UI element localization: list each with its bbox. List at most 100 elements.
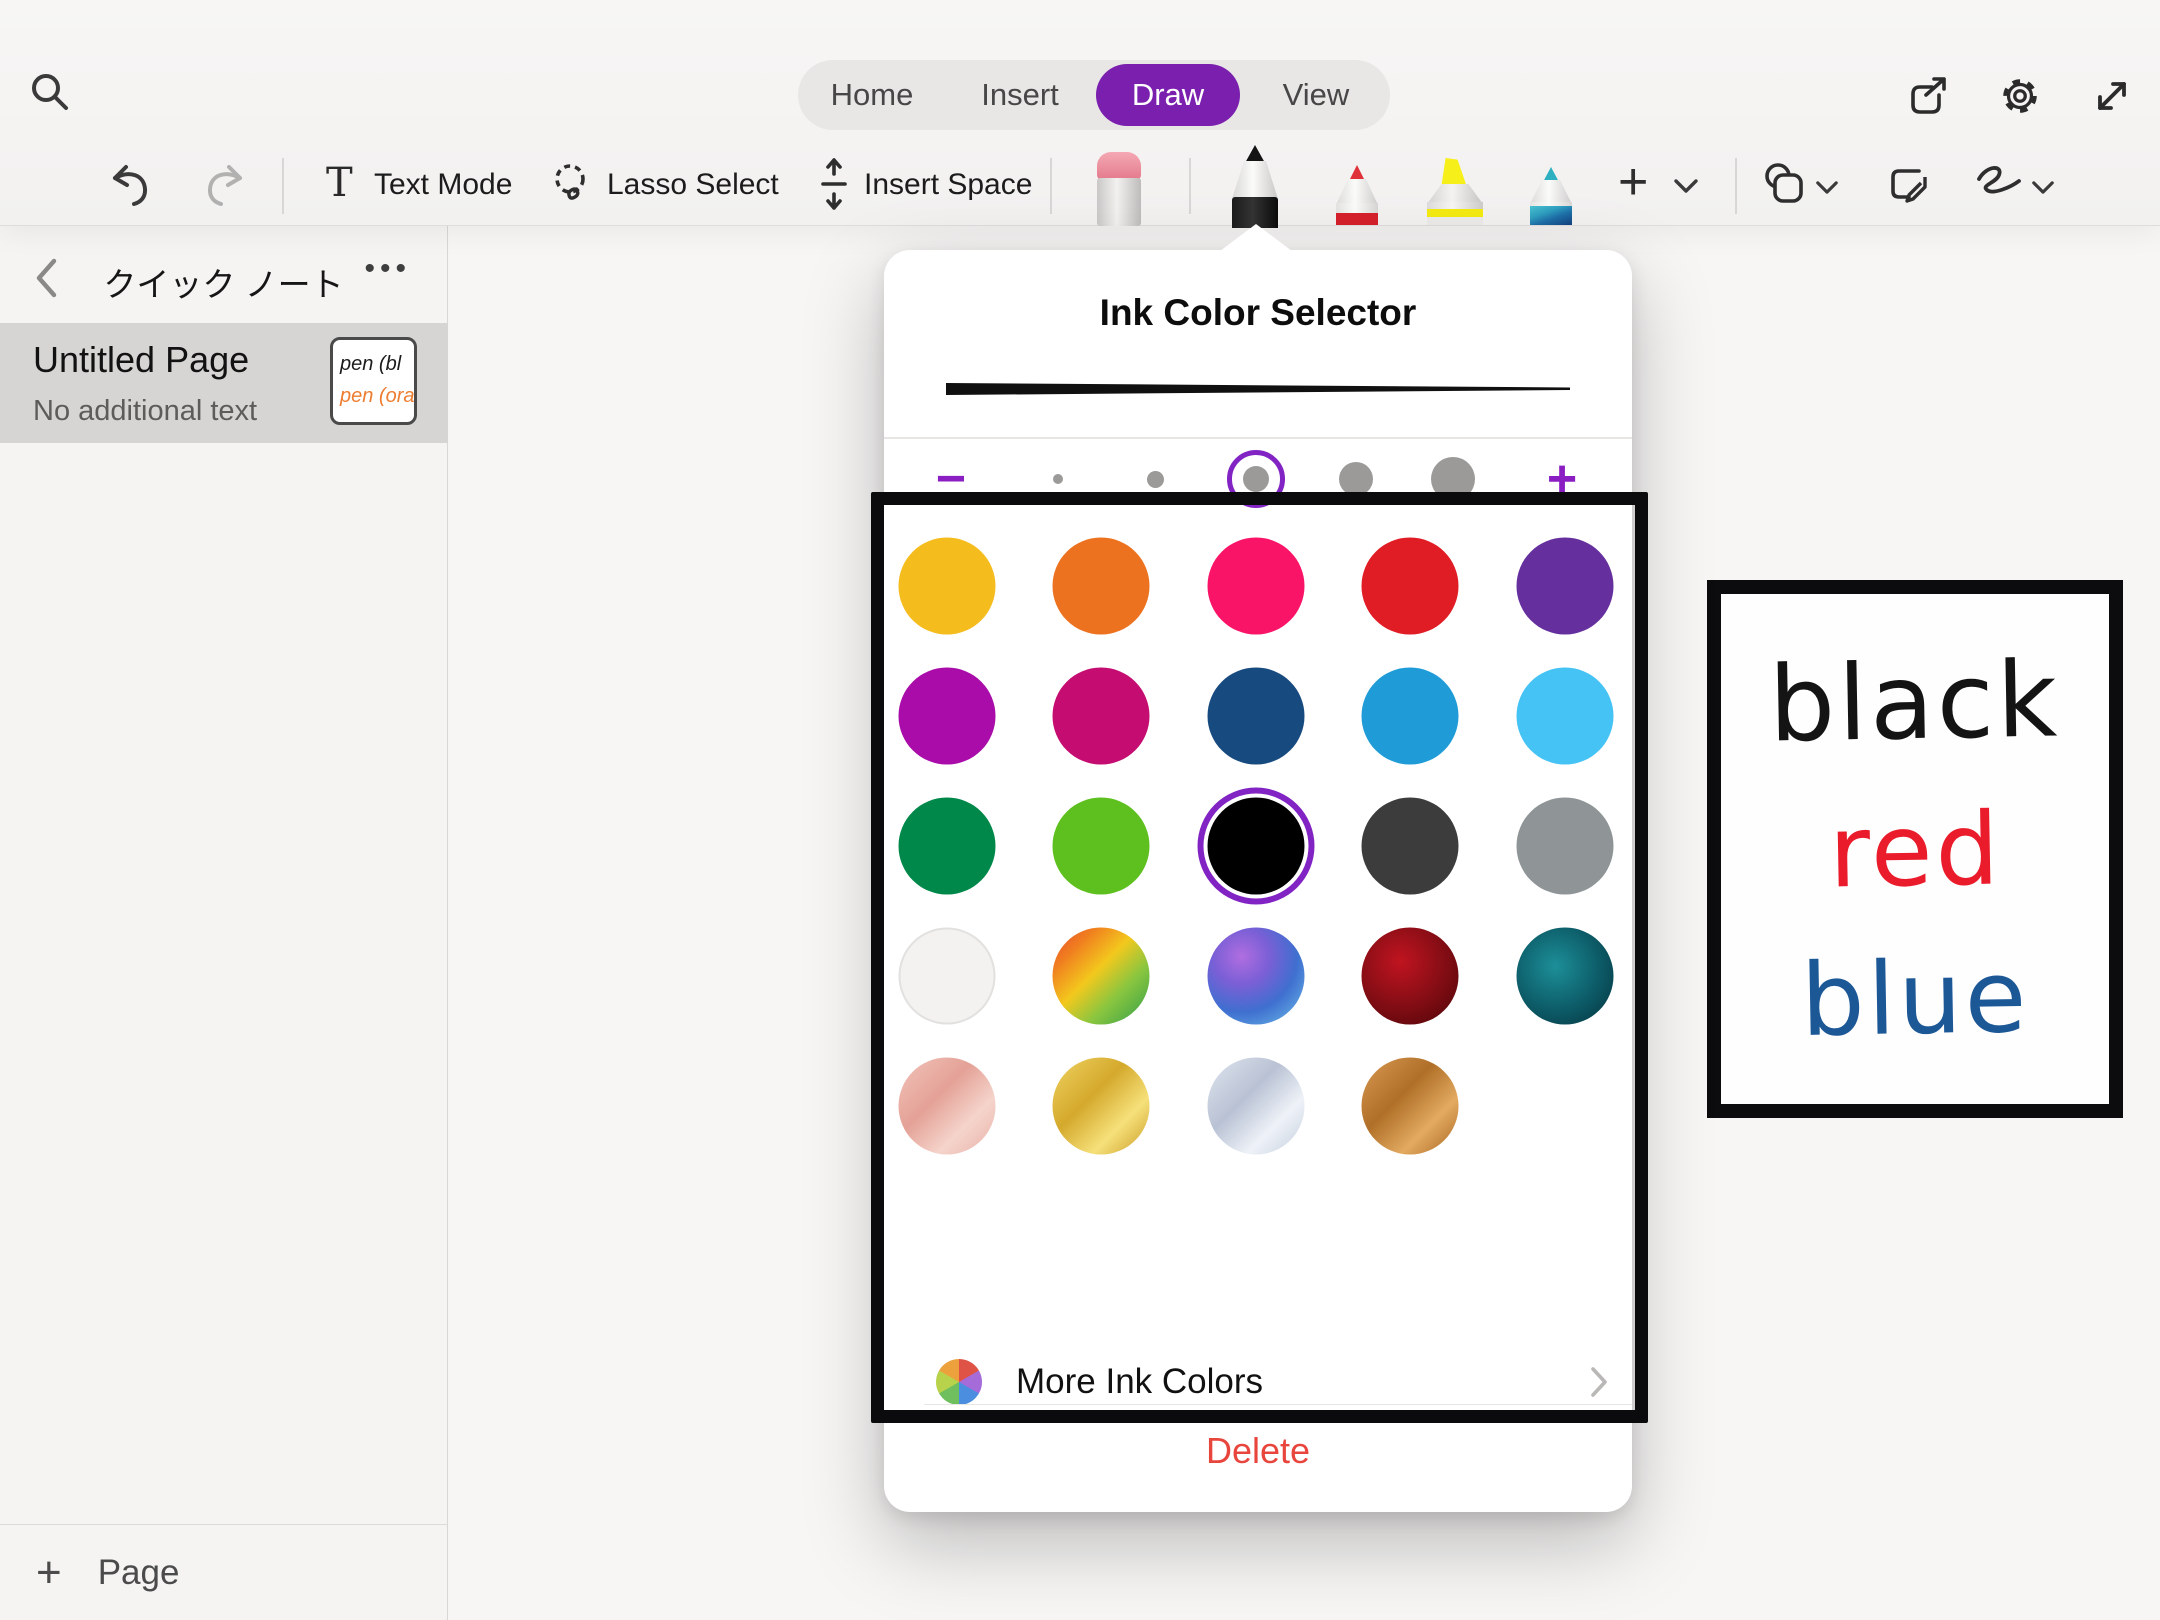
thumb-ink-line: pen (bl: [340, 348, 414, 380]
stroke-size-option-1[interactable]: [1028, 449, 1088, 509]
lasso-select-button[interactable]: [548, 160, 594, 206]
eraser-body: [1097, 178, 1141, 226]
share-button[interactable]: [1904, 72, 1952, 120]
thumb-ink-line: pen (ora: [340, 380, 414, 412]
add-pen-button[interactable]: +: [1618, 152, 1648, 212]
page-title: Untitled Page: [33, 339, 249, 381]
pen-cone: [1530, 180, 1572, 204]
fullscreen-button[interactable]: [2088, 72, 2136, 120]
ink-color-swatch-white[interactable]: [899, 928, 996, 1025]
size-dot: [1339, 462, 1373, 496]
tab-home[interactable]: Home: [800, 64, 944, 126]
page-list-item-selected[interactable]: Untitled Page No additional text pen (bl…: [0, 323, 448, 443]
ink-color-swatch-rose-gold[interactable]: [899, 1058, 996, 1155]
stroke-size-option-4[interactable]: [1326, 449, 1386, 509]
ink-color-swatch-yellow[interactable]: [899, 538, 996, 635]
ink-color-swatch-black[interactable]: [1208, 798, 1305, 895]
redo-icon: [201, 161, 249, 209]
section-more-button[interactable]: •••: [364, 252, 411, 286]
search-button[interactable]: [26, 68, 74, 116]
ink-color-swatch-gray[interactable]: [1517, 798, 1614, 895]
stroke-size-option-5[interactable]: [1423, 449, 1483, 509]
decrease-size-button[interactable]: −: [936, 453, 966, 505]
pen-black-selected[interactable]: [1232, 145, 1278, 228]
ink-color-swatch-light-green[interactable]: [1053, 798, 1150, 895]
ink-color-swatch-dark-blue[interactable]: [1208, 668, 1305, 765]
increase-size-button[interactable]: +: [1547, 453, 1577, 505]
pen-red[interactable]: [1336, 165, 1378, 225]
popup-arrow: [1220, 224, 1292, 251]
ink-color-swatch-raspberry[interactable]: [1053, 668, 1150, 765]
toolbar-divider: [1735, 158, 1737, 214]
ink-color-swatch-sky-blue[interactable]: [1517, 668, 1614, 765]
chevron-down-icon: [2031, 180, 2055, 195]
page-thumbnail: pen (bl pen (ora: [330, 337, 417, 425]
settings-button[interactable]: [1996, 72, 2044, 120]
add-pen-menu[interactable]: [1672, 176, 1700, 196]
ink-color-swatch-magenta[interactable]: [899, 668, 996, 765]
selected-size-ring: [1227, 450, 1285, 508]
eraser-cap: [1097, 152, 1141, 180]
pen-band: [1336, 213, 1378, 225]
chevron-down-icon: [1815, 180, 1839, 195]
stroke-size-row: − +: [884, 438, 1632, 520]
text-mode-button[interactable]: Text Mode: [374, 168, 512, 202]
size-dot: [1147, 471, 1164, 488]
lasso-icon: [549, 161, 593, 205]
notebook-section-title: クイック ノート: [103, 258, 343, 306]
chevron-down-icon: [1673, 178, 1699, 194]
text-mode-icon: T: [326, 160, 353, 206]
ink-color-swatch-pink[interactable]: [1208, 538, 1305, 635]
eraser-tool[interactable]: [1097, 152, 1141, 226]
shapes-button[interactable]: [1760, 160, 1808, 208]
ink-color-swatch-galaxy[interactable]: [1208, 928, 1305, 1025]
lasso-select-label: Lasso Select: [607, 168, 779, 202]
ink-color-swatch-silver[interactable]: [1208, 1058, 1305, 1155]
shapes-icon: [1761, 161, 1807, 207]
undo-button[interactable]: [105, 160, 155, 210]
handwritten-word-blue: blue: [1800, 947, 2030, 1051]
gear-icon: [1997, 73, 2043, 119]
pages-sidebar: クイック ノート ••• Untitled Page No additional…: [0, 226, 448, 1620]
back-button[interactable]: [26, 256, 66, 300]
stroke-size-option-2[interactable]: [1125, 449, 1185, 509]
add-page-label: Page: [98, 1553, 180, 1593]
tab-draw[interactable]: Draw: [1096, 64, 1240, 126]
ink-effects-button[interactable]: [1972, 162, 2026, 206]
ink-color-swatch-rainbow-glitter[interactable]: [1053, 928, 1150, 1025]
ink-color-swatch-red[interactable]: [1362, 538, 1459, 635]
ink-color-swatch-orange[interactable]: [1053, 538, 1150, 635]
more-ink-colors-row[interactable]: More Ink Colors: [884, 1346, 1632, 1418]
ink-color-swatch-dark-gray[interactable]: [1362, 798, 1459, 895]
ink-color-swatch-dark-red-marble[interactable]: [1362, 928, 1459, 1025]
stroke-size-option-3[interactable]: [1226, 449, 1286, 509]
ink-color-swatch-teal-marble[interactable]: [1517, 928, 1614, 1025]
popup-divider: [924, 1404, 1632, 1405]
ink-color-swatch-blue[interactable]: [1362, 668, 1459, 765]
shapes-menu[interactable]: [1814, 178, 1840, 196]
pen-galaxy[interactable]: [1530, 167, 1572, 225]
pen-cone: [1232, 161, 1278, 199]
ink-color-swatch-gold[interactable]: [1053, 1058, 1150, 1155]
ink-to-text-button[interactable]: [1884, 160, 1932, 208]
page-subtitle: No additional text: [33, 395, 257, 428]
ink-color-swatch-green[interactable]: [899, 798, 996, 895]
highlighter-yellow[interactable]: [1427, 158, 1483, 225]
ink-color-swatch-purple[interactable]: [1517, 538, 1614, 635]
ink-effects-menu[interactable]: [2030, 178, 2056, 196]
tab-insert[interactable]: Insert: [948, 64, 1092, 126]
pen-tip: [1543, 167, 1559, 182]
toolbar-divider: [1189, 158, 1191, 214]
pen-tip: [1349, 165, 1365, 181]
add-page-button[interactable]: + Page: [0, 1524, 448, 1620]
note-pen-icon: [1885, 161, 1931, 207]
tab-view[interactable]: View: [1244, 64, 1388, 126]
popup-title: Ink Color Selector: [884, 292, 1632, 334]
redo-button[interactable]: [200, 160, 250, 210]
ink-color-swatch-bronze[interactable]: [1362, 1058, 1459, 1155]
insert-space-button[interactable]: [812, 156, 856, 212]
toolbar-divider: [282, 158, 284, 214]
color-wheel-icon: [936, 1359, 982, 1405]
delete-pen-button[interactable]: Delete: [884, 1430, 1632, 1472]
highlighter-base: [1427, 217, 1483, 225]
